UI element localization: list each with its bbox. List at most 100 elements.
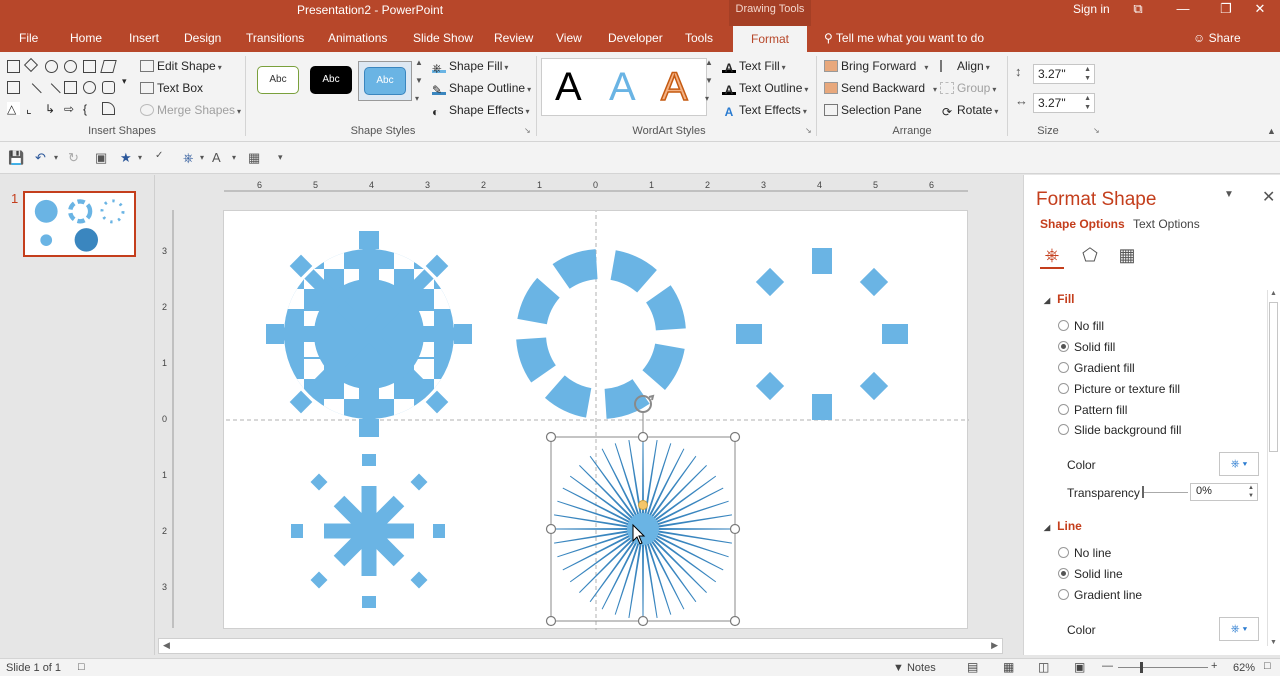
resize-handle[interactable]: [729, 431, 741, 443]
star-icon[interactable]: ★: [120, 150, 132, 166]
text-effects-button[interactable]: A Text Effects ▾: [722, 103, 807, 119]
shape-plus-icon[interactable]: [23, 57, 39, 73]
fill-line-icon[interactable]: ⎈: [1040, 245, 1064, 269]
shape-rectangle-icon[interactable]: [7, 60, 20, 73]
transparency-spinner-icon[interactable]: ▲ ▼: [1248, 484, 1254, 500]
tab-slide-show[interactable]: Slide Show: [413, 31, 473, 45]
transparency-slider-thumb[interactable]: [1142, 486, 1144, 498]
shape-width-input[interactable]: 3.27" ▲ ▼: [1033, 93, 1095, 113]
line-color-picker[interactable]: ⎈ ▾: [1219, 617, 1259, 641]
tab-insert[interactable]: Insert: [129, 31, 159, 45]
slide-canvas[interactable]: [184, 201, 1009, 641]
shape-oval-icon[interactable]: [83, 81, 96, 94]
shape-arrow-line-icon[interactable]: [42, 83, 61, 102]
send-backward-button[interactable]: Send Backward ▾: [824, 81, 937, 95]
share-button[interactable]: ☺ Share: [1193, 31, 1241, 45]
tell-me-box[interactable]: ⚲ Tell me what you want to do: [824, 31, 984, 45]
shape-circle-icon[interactable]: [45, 60, 58, 73]
pattern-fill-radio[interactable]: Pattern fill: [1058, 403, 1127, 417]
proofing-icon[interactable]: □: [78, 661, 85, 673]
minimize-button[interactable]: —: [1161, 0, 1205, 26]
spelling-icon[interactable]: ✓: [155, 150, 163, 161]
pane-options-icon[interactable]: ▼: [1224, 189, 1234, 200]
picture-fill-radio[interactable]: Picture or texture fill: [1058, 382, 1180, 396]
zoom-level[interactable]: 62%: [1233, 662, 1255, 674]
pane-close-icon[interactable]: ✕: [1262, 187, 1275, 207]
shape-style-preset-black[interactable]: Abc: [305, 61, 359, 101]
tab-shape-options[interactable]: Shape Options: [1040, 217, 1125, 231]
shape-height-input[interactable]: 3.27" ▲ ▼: [1033, 64, 1095, 84]
star-dropdown-icon[interactable]: ▾: [138, 153, 142, 162]
shape-right-arrow-icon[interactable]: ⇨: [64, 102, 77, 116]
shape-line-icon[interactable]: [23, 83, 42, 102]
zoom-out-icon[interactable]: —: [1102, 660, 1113, 672]
zoom-in-icon[interactable]: +: [1211, 660, 1217, 672]
edit-shape-button[interactable]: Edit Shape ▾: [140, 59, 222, 73]
undo-dropdown-icon[interactable]: ▾: [54, 153, 58, 162]
fill-color-picker[interactable]: ⎈ ▾: [1219, 452, 1259, 476]
collapse-ribbon-icon[interactable]: ▲: [1267, 126, 1276, 136]
shape-folded-icon[interactable]: [102, 102, 115, 115]
shape-parallelogram-icon[interactable]: [100, 60, 117, 73]
line-section-header[interactable]: ◢ Line: [1044, 519, 1082, 533]
slideshow-icon[interactable]: ▣: [95, 150, 107, 166]
ribbon-display-options-icon[interactable]: ⧉: [1116, 0, 1160, 26]
wordart-black-sample[interactable]: A: [555, 67, 582, 107]
pane-scroll-down-icon[interactable]: ▼: [1270, 639, 1277, 646]
shape-connector-icon[interactable]: ⌞: [26, 102, 39, 116]
transparency-slider[interactable]: [1142, 492, 1188, 493]
wheel-shape[interactable]: [266, 231, 472, 437]
shape-outline-button[interactable]: ✎ Shape Outline ▾: [432, 81, 531, 97]
tab-format[interactable]: Format: [733, 26, 808, 52]
tab-file[interactable]: File: [19, 31, 38, 45]
slide-bg-fill-radio[interactable]: Slide background fill: [1058, 423, 1181, 437]
fill-color-icon[interactable]: ⎈: [183, 150, 193, 166]
width-spinner-icon[interactable]: ▲ ▼: [1084, 94, 1091, 112]
tab-tools[interactable]: Tools: [685, 31, 713, 45]
shape-style-preset-outline[interactable]: Abc: [252, 61, 306, 101]
wordart-launcher-icon[interactable]: ↘: [805, 126, 812, 135]
shape-gear-icon[interactable]: [64, 60, 77, 73]
redo-icon[interactable]: ↻: [68, 150, 79, 166]
group-button[interactable]: Group ▾: [940, 81, 996, 95]
shape-style-preset-blue[interactable]: Abc: [358, 61, 412, 101]
transparency-input[interactable]: 0% ▲ ▼: [1190, 483, 1258, 501]
zoom-slider[interactable]: [1118, 667, 1208, 668]
size-properties-icon[interactable]: ▦: [1115, 245, 1139, 269]
tab-animations[interactable]: Animations: [328, 31, 387, 45]
sign-in-link[interactable]: Sign in: [1073, 2, 1110, 16]
resize-handle[interactable]: [545, 615, 557, 627]
no-fill-radio[interactable]: No fill: [1058, 319, 1104, 333]
save-icon[interactable]: 💾: [8, 150, 24, 166]
wordart-blue-sample[interactable]: A: [609, 67, 636, 107]
text-fill-button[interactable]: A Text Fill ▾: [722, 59, 786, 75]
slide-sorter-icon[interactable]: ▦: [1003, 660, 1014, 674]
slideshow-view-icon[interactable]: ▣: [1074, 660, 1085, 674]
grid-icon[interactable]: ▦: [248, 150, 260, 166]
font-color-dropdown-icon[interactable]: ▾: [232, 153, 236, 162]
text-box-button[interactable]: Text Box: [140, 81, 203, 95]
shape-rect2-icon[interactable]: [64, 81, 77, 94]
pane-scrollbar[interactable]: ▲ ▼: [1267, 290, 1279, 646]
solid-fill-radio[interactable]: Solid fill: [1058, 340, 1115, 354]
normal-view-icon[interactable]: ▤: [967, 660, 978, 674]
tab-design[interactable]: Design: [184, 31, 221, 45]
wordart-gallery[interactable]: A A A: [541, 58, 707, 116]
horizontal-scrollbar[interactable]: ◀ ▶: [158, 638, 1003, 654]
size-launcher-icon[interactable]: ↘: [1093, 126, 1100, 135]
fill-section-header[interactable]: ◢ Fill: [1044, 292, 1075, 306]
resize-handle[interactable]: [729, 615, 741, 627]
shape-fill-button[interactable]: ⎈ Shape Fill ▾: [432, 59, 508, 75]
align-button[interactable]: Align ▾: [940, 59, 990, 73]
gradient-line-radio[interactable]: Gradient line: [1058, 588, 1142, 602]
segmented-ring-shape[interactable]: [516, 249, 686, 420]
resize-handle[interactable]: [545, 523, 557, 535]
shape-styles-launcher-icon[interactable]: ↘: [524, 126, 531, 135]
text-outline-button[interactable]: A Text Outline ▾: [722, 81, 808, 97]
shapes-more-icon[interactable]: ▾: [122, 76, 127, 87]
shape-rounded-rect-icon[interactable]: [102, 81, 115, 94]
font-color-icon[interactable]: A: [212, 150, 221, 165]
selection-pane-button[interactable]: Selection Pane: [824, 103, 922, 117]
close-button[interactable]: ✕: [1238, 0, 1280, 26]
scroll-left-icon[interactable]: ◀: [163, 640, 170, 651]
